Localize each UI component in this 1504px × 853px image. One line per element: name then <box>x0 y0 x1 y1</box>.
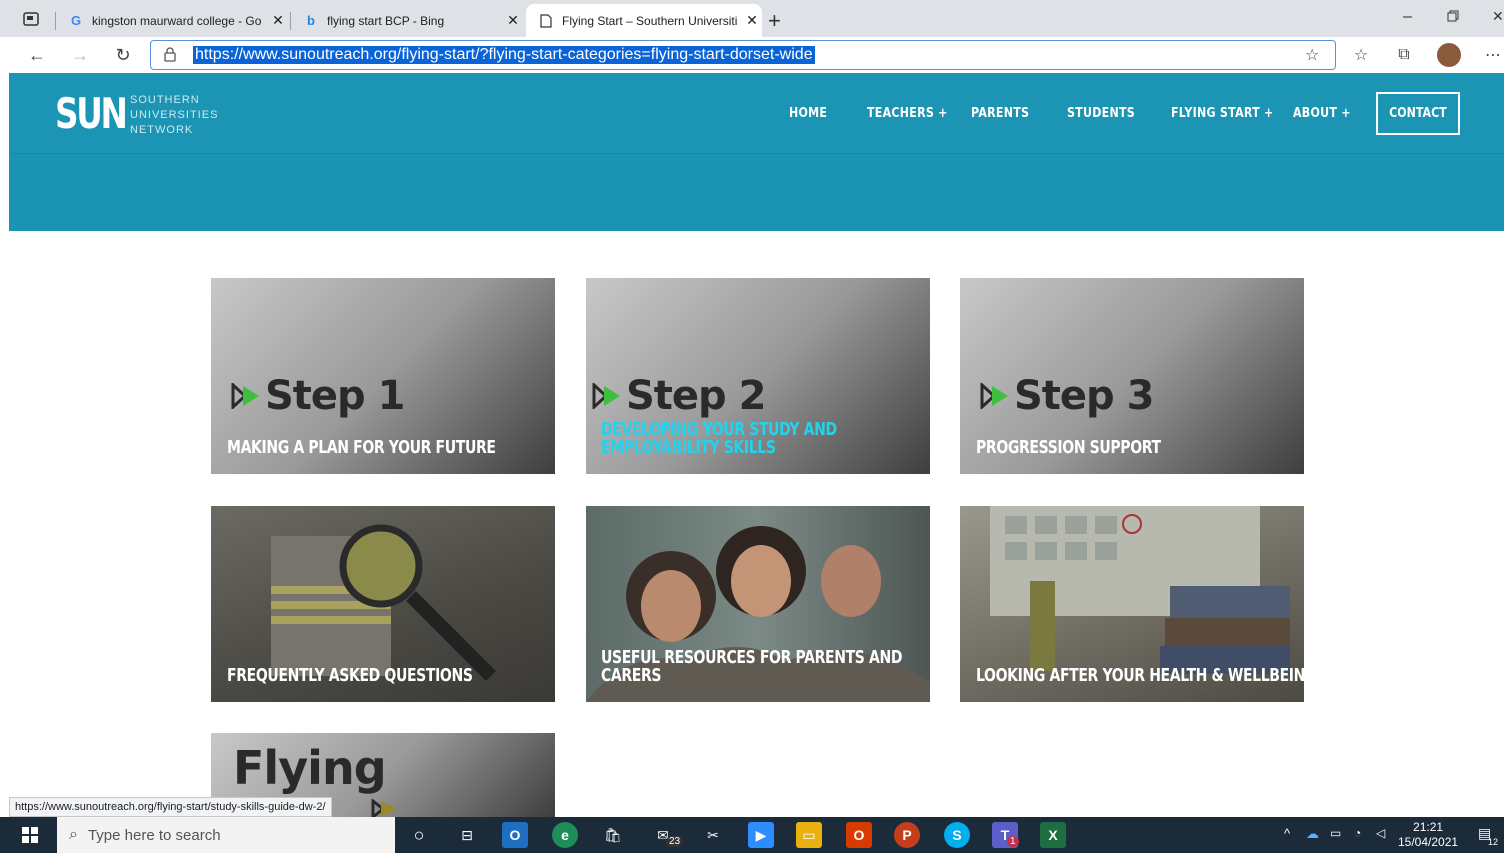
volume-icon[interactable]: ◁ <box>1376 826 1385 840</box>
tab-google[interactable]: G kingston maurward college - Go ✕ <box>56 4 288 37</box>
play-arrow-icon <box>231 383 259 409</box>
card-label: USEFUL RESOURCES FOR PARENTS AND <box>601 647 903 668</box>
card-label: LOOKING AFTER YOUR HEALTH & WELLBEING <box>976 665 1304 686</box>
card-title: Flying <box>233 741 387 795</box>
outlook-icon[interactable]: O <box>502 822 528 848</box>
play-arrow-icon <box>592 383 620 409</box>
tab-title: flying start BCP - Bing <box>327 13 445 28</box>
card-faq[interactable]: FREQUENTLY ASKED QUESTIONS <box>211 506 555 702</box>
nav-parents[interactable]: PARENTS <box>971 106 1029 121</box>
edge-icon[interactable]: e <box>552 822 578 848</box>
reload-icon[interactable]: ↻ <box>108 37 138 73</box>
step-title: Step 3 <box>980 373 1154 419</box>
collections-icon[interactable]: ⧉ <box>1389 37 1419 73</box>
notification-count: 12 <box>1488 837 1499 847</box>
nav-flying-start[interactable]: FLYING START + <box>1171 106 1274 121</box>
store-icon[interactable]: 🛍 <box>600 822 626 848</box>
tab-title: kingston maurward college - Go <box>92 13 262 28</box>
step-title: Step 2 <box>592 373 766 419</box>
card-label: EMPLOYABILITY SKILLS <box>601 437 776 458</box>
system-clock[interactable]: 21:21 15/04/2021 <box>1398 820 1458 850</box>
wifi-icon[interactable]: ◔ <box>1354 826 1361 840</box>
snipping-icon[interactable]: ✂ <box>700 822 726 848</box>
windows-start-icon[interactable] <box>22 827 38 848</box>
google-icon: G <box>70 13 82 28</box>
close-tab-icon[interactable]: ✕ <box>268 12 288 29</box>
close-tab-icon[interactable]: ✕ <box>742 12 762 29</box>
play-arrow-icon <box>371 799 397 817</box>
tab-flying-start[interactable]: Flying Start – Southern Universiti ✕ <box>526 4 762 37</box>
browser-toolbar: ← → ↻ https://www.sunoutreach.org/flying… <box>0 37 1504 73</box>
tab-bing[interactable]: b flying start BCP - Bing ✕ <box>291 4 523 37</box>
favorite-star-icon[interactable]: ☆ <box>1305 45 1319 65</box>
cortana-icon[interactable]: ○ <box>406 822 432 848</box>
browser-tab-bar: G kingston maurward college - Go ✕ b fly… <box>0 0 1504 37</box>
new-tab-icon[interactable]: + <box>768 8 781 34</box>
tab-title: Flying Start – Southern Universiti <box>562 13 738 28</box>
zoom-icon[interactable]: ▶ <box>748 822 774 848</box>
back-icon[interactable]: ← <box>22 37 52 73</box>
logo[interactable]: SUN <box>55 89 128 138</box>
card-step-2[interactable]: Step 2 DEVELOPING YOUR STUDY AND EMPLOYA… <box>586 278 930 474</box>
office-icon[interactable]: O <box>846 822 872 848</box>
nav-students[interactable]: STUDENTS <box>1067 106 1135 121</box>
tab-actions-icon[interactable] <box>22 10 42 28</box>
nav-about[interactable]: ABOUT + <box>1293 106 1351 121</box>
step-title: Step 1 <box>231 373 405 419</box>
site-header: SUN SOUTHERN UNIVERSITIES NETWORK HOME T… <box>9 73 1504 153</box>
lock-icon[interactable] <box>163 46 177 67</box>
powerpoint-icon[interactable]: P <box>894 822 920 848</box>
teams-badge: 1 <box>1007 836 1019 847</box>
card-step-1[interactable]: Step 1 MAKING A PLAN FOR YOUR FUTURE <box>211 278 555 474</box>
close-window-icon[interactable]: ✕ <box>1492 8 1504 25</box>
bing-icon: b <box>307 13 315 28</box>
card-label: MAKING A PLAN FOR YOUR FUTURE <box>227 437 496 458</box>
taskbar-search[interactable]: ⌕ Type here to search <box>57 817 395 853</box>
close-tab-icon[interactable]: ✕ <box>503 12 523 29</box>
tray-chevron-icon[interactable]: ^ <box>1284 826 1290 841</box>
favorites-icon[interactable]: ☆ <box>1346 37 1376 73</box>
contact-button[interactable]: CONTACT <box>1376 92 1460 135</box>
page-icon <box>538 13 554 29</box>
forward-icon[interactable]: → <box>65 37 95 73</box>
onedrive-icon[interactable]: ☁ <box>1306 826 1319 842</box>
skype-icon[interactable]: S <box>944 822 970 848</box>
logo-subtitle: SOUTHERN UNIVERSITIES NETWORK <box>130 94 219 136</box>
status-link-preview: https://www.sunoutreach.org/flying-start… <box>9 797 332 817</box>
card-label: PROGRESSION SUPPORT <box>976 437 1161 458</box>
card-label: DEVELOPING YOUR STUDY AND <box>601 419 837 440</box>
mail-badge: 23 <box>666 836 684 847</box>
nav-teachers[interactable]: TEACHERS + <box>867 106 948 121</box>
hero-banner <box>9 153 1504 231</box>
restore-icon[interactable] <box>1447 9 1459 27</box>
address-bar[interactable]: https://www.sunoutreach.org/flying-start… <box>150 40 1336 70</box>
windows-taskbar: ⌕ Type here to search ○ ⊟ O e 🛍 ✉ 23 ✂ ▶… <box>0 817 1504 853</box>
file-explorer-icon[interactable]: ▭ <box>796 822 822 848</box>
search-icon: ⌕ <box>69 826 78 843</box>
minimize-icon[interactable]: – <box>1403 8 1412 26</box>
card-wellbeing[interactable]: LOOKING AFTER YOUR HEALTH & WELLBEING <box>960 506 1304 702</box>
excel-icon[interactable]: X <box>1040 822 1066 848</box>
more-menu-icon[interactable]: ⋯ <box>1478 37 1504 73</box>
battery-icon[interactable]: ▭ <box>1330 826 1341 840</box>
avatar[interactable] <box>1437 43 1461 67</box>
card-parents[interactable]: USEFUL RESOURCES FOR PARENTS AND CARERS <box>586 506 930 702</box>
card-step-3[interactable]: Step 3 PROGRESSION SUPPORT <box>960 278 1304 474</box>
task-view-icon[interactable]: ⊟ <box>454 822 480 848</box>
play-arrow-icon <box>980 383 1008 409</box>
card-label: CARERS <box>601 665 662 686</box>
nav-home[interactable]: HOME <box>789 106 827 121</box>
url-text[interactable]: https://www.sunoutreach.org/flying-start… <box>193 46 815 64</box>
card-label: FREQUENTLY ASKED QUESTIONS <box>227 665 473 686</box>
